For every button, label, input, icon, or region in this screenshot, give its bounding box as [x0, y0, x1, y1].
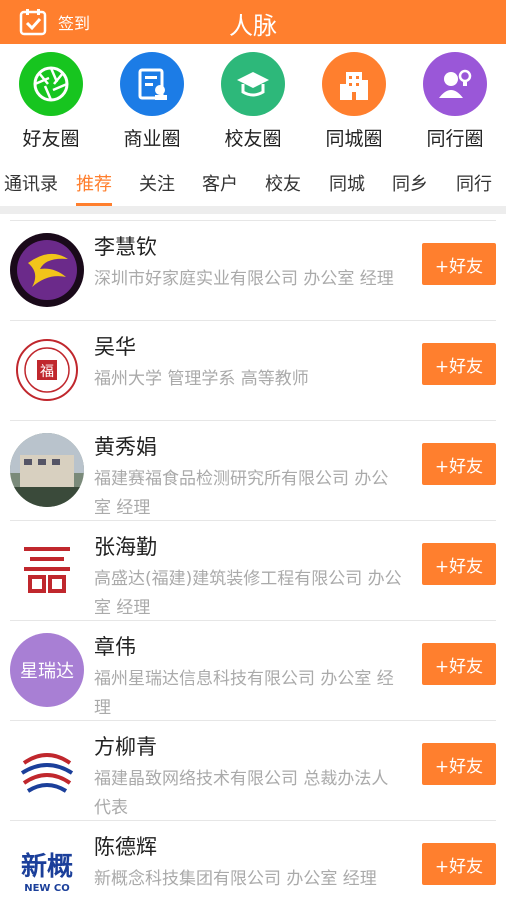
contact-row[interactable]: 方柳青 福建晶致网络技术有限公司 总裁办法人代表 +好友 — [10, 720, 496, 820]
add-friend-button[interactable]: +好友 — [422, 243, 496, 285]
circle-label: 同城圈 — [325, 128, 383, 150]
tab-alumni[interactable]: 校友 — [265, 170, 301, 196]
contact-name: 章伟 — [94, 635, 136, 659]
contact-desc: 深圳市好家庭实业有限公司 办公室 经理 — [94, 269, 394, 289]
contact-name: 黄秀娟 — [94, 435, 157, 459]
circle-nav: 好友圈 商业圈 校友圈 同城圈 同行圈 — [0, 44, 506, 156]
add-friend-button[interactable]: +好友 — [422, 643, 496, 685]
circle-label: 好友圈 — [22, 128, 80, 150]
graduation-cap-icon — [221, 52, 285, 116]
avatar-text: 新概 — [20, 852, 73, 882]
contact-name: 陈德辉 — [94, 835, 157, 859]
contact-row[interactable]: 张海勤 高盛达(福建)建筑装修工程有限公司 办公室 经理 +好友 — [10, 520, 496, 620]
contact-row[interactable]: 新概 NEW CO 陈德辉 新概念科技集团有限公司 办公室 经理 +好友 — [10, 820, 496, 900]
contact-name: 张海勤 — [94, 535, 157, 559]
add-friend-button[interactable]: +好友 — [422, 843, 496, 885]
avatar — [10, 233, 84, 307]
circle-city[interactable]: 同城圈 — [304, 52, 404, 151]
tab-bar: 通讯录 推荐 关注 客户 校友 同城 同乡 同行 — [0, 156, 506, 206]
contact-desc: 福建晶致网络技术有限公司 总裁办法人代表 — [94, 769, 389, 818]
contact-desc: 新概念科技集团有限公司 办公室 经理 — [94, 869, 377, 889]
section-divider — [0, 206, 506, 214]
add-friend-button[interactable]: +好友 — [422, 743, 496, 785]
circle-label: 同行圈 — [426, 128, 484, 150]
tab-contacts[interactable]: 通讯录 — [4, 170, 58, 196]
building-icon — [322, 52, 386, 116]
contact-name: 吴华 — [94, 335, 136, 359]
circle-alumni[interactable]: 校友圈 — [203, 52, 303, 151]
contact-desc: 福州大学 管理学系 高等教师 — [94, 369, 309, 389]
contact-row[interactable]: 黄秀娟 福建赛福食品检测研究所有限公司 办公室 经理 +好友 — [10, 420, 496, 520]
avatar — [10, 533, 84, 607]
tab-customers[interactable]: 客户 — [202, 170, 238, 196]
circle-label: 商业圈 — [123, 128, 181, 150]
page-title: 人脉 — [229, 12, 277, 40]
add-friend-button[interactable]: +好友 — [422, 343, 496, 385]
tab-same-city[interactable]: 同城 — [329, 170, 365, 196]
business-card-icon — [120, 52, 184, 116]
circle-friends[interactable]: 好友圈 — [1, 52, 101, 151]
contact-row[interactable]: 星瑞达 章伟 福州星瑞达信息科技有限公司 办公室 经理 +好友 — [10, 620, 496, 720]
contact-row[interactable]: 福 吴华 福州大学 管理学系 高等教师 +好友 — [10, 320, 496, 420]
avatar — [10, 433, 84, 507]
contact-name: 李慧钦 — [94, 235, 157, 259]
add-friend-button[interactable]: +好友 — [422, 443, 496, 485]
contact-list[interactable]: 李慧钦 深圳市好家庭实业有限公司 办公室 经理 +好友 福 吴华 福州大学 管理… — [0, 214, 506, 900]
svg-text:福: 福 — [40, 364, 54, 380]
avatar-subtext: NEW CO — [24, 883, 70, 894]
people-idea-icon — [423, 52, 487, 116]
aperture-icon — [19, 52, 83, 116]
circle-label: 校友圈 — [224, 128, 282, 150]
circle-business[interactable]: 商业圈 — [102, 52, 202, 151]
tab-follow[interactable]: 关注 — [139, 170, 175, 196]
circle-industry[interactable]: 同行圈 — [405, 52, 505, 151]
contact-desc: 福州星瑞达信息科技有限公司 办公室 经理 — [94, 669, 394, 718]
tab-same-industry[interactable]: 同行 — [456, 170, 492, 196]
contact-desc: 福建赛福食品检测研究所有限公司 办公室 经理 — [94, 469, 389, 518]
avatar — [10, 733, 84, 807]
contact-desc: 高盛达(福建)建筑装修工程有限公司 办公室 经理 — [94, 569, 402, 618]
tab-hometown[interactable]: 同乡 — [392, 170, 428, 196]
avatar: 新概 NEW CO — [10, 833, 84, 900]
contact-name: 方柳青 — [94, 735, 157, 759]
top-bar: 签到 人脉 — [0, 0, 506, 44]
avatar: 星瑞达 — [10, 633, 84, 707]
contact-row[interactable]: 李慧钦 深圳市好家庭实业有限公司 办公室 经理 +好友 — [10, 220, 496, 320]
tab-recommend[interactable]: 推荐 — [76, 170, 112, 196]
add-friend-button[interactable]: +好友 — [422, 543, 496, 585]
avatar: 福 — [10, 333, 84, 407]
